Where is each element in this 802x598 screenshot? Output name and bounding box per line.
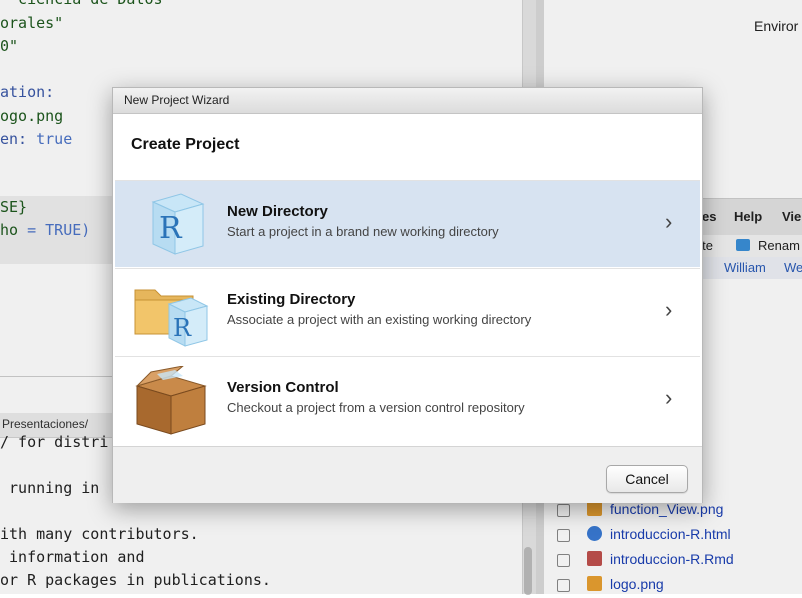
chevron-right-icon: › (665, 385, 673, 410)
page-title: Create Project (131, 136, 240, 153)
option-description: Associate a project with an existing wor… (227, 312, 532, 327)
option-title: Existing Directory (227, 291, 356, 308)
option-title: New Directory (227, 203, 328, 220)
cancel-button[interactable]: Cancel (606, 465, 688, 493)
option-version-control[interactable]: Version Control Checkout a project from … (115, 356, 700, 443)
option-description: Checkout a project from a version contro… (227, 400, 525, 415)
option-title: Version Control (227, 379, 339, 396)
option-new-directory[interactable]: R New Directory Start a project in a bra… (115, 180, 700, 267)
dialog-titlebar[interactable]: New Project Wizard (113, 88, 702, 114)
dialog-footer: Cancel (113, 446, 702, 503)
dialog-body: Create Project R New Directory Start a p… (113, 114, 702, 446)
option-description: Start a project in a brand new working d… (227, 224, 499, 239)
box-icon (135, 366, 207, 435)
chevron-right-icon: › (665, 209, 673, 234)
new-project-dialog: New Project Wizard Create Project R New … (112, 87, 703, 503)
r-cube-icon: R (151, 193, 205, 255)
svg-text:R: R (159, 211, 183, 246)
dialog-title: New Project Wizard (124, 93, 230, 107)
folder-r-icon: R (134, 289, 209, 347)
chevron-right-icon: › (665, 297, 673, 322)
svg-text:R: R (173, 314, 192, 342)
option-existing-directory[interactable]: R Existing Directory Associate a project… (115, 268, 700, 355)
